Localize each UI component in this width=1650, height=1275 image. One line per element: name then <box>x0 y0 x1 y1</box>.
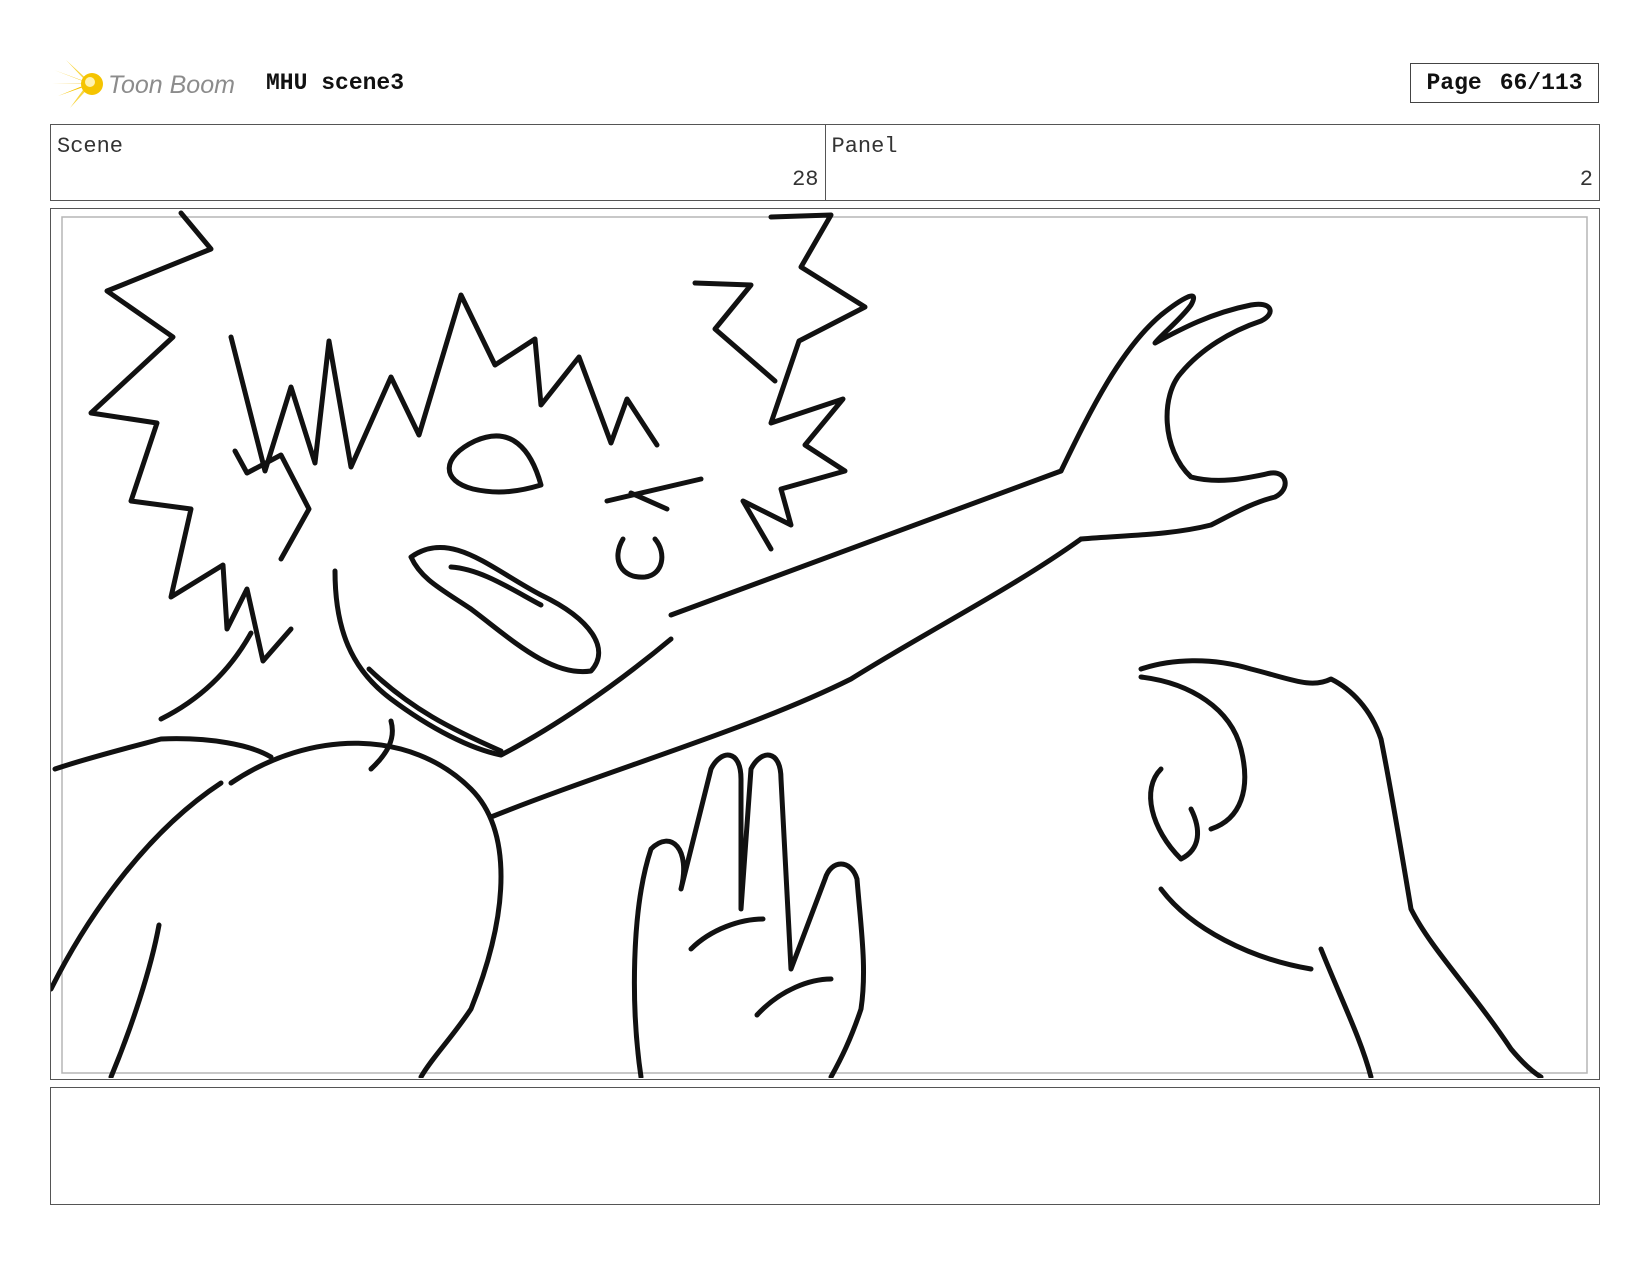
hair-outline <box>88 210 294 664</box>
cheek <box>332 568 674 758</box>
hand-bottom-left-palm <box>754 976 834 1018</box>
hair-spikes <box>228 292 660 474</box>
sketch-drawing <box>51 210 1588 1078</box>
storyboard-panel <box>50 208 1600 1080</box>
arm-upper <box>668 468 1064 618</box>
body-fold <box>108 922 162 1078</box>
body-left <box>51 780 224 992</box>
hand-bottom-right <box>1138 658 1544 1078</box>
wrist <box>1158 886 1314 972</box>
ear <box>615 536 665 580</box>
hair-inner <box>232 448 312 562</box>
hair-right <box>740 212 868 552</box>
brow-mark <box>628 490 670 512</box>
hair-top-strand <box>692 280 778 384</box>
panel-cell: Panel 2 <box>824 125 1600 200</box>
hand-bottom-left <box>631 752 867 1078</box>
hand-bottom-right-curl <box>1138 674 1248 832</box>
shoulder <box>228 740 504 1078</box>
page-number: 66/113 <box>1499 70 1583 96</box>
hand-upper <box>1058 293 1288 542</box>
safe-area-frame <box>61 216 1588 1074</box>
page-indicator: Page 66/113 <box>1410 63 1599 103</box>
jaw-shadow <box>366 666 504 754</box>
panel-number: 2 <box>1579 167 1593 192</box>
hand-bottom-left-finger <box>688 916 766 952</box>
panel-label: Panel <box>831 134 898 159</box>
project-title: MHU scene3 <box>266 70 405 96</box>
toon-boom-logo: Toon Boom <box>52 60 235 108</box>
scene-panel-info-bar: Scene 28 Panel 2 <box>50 124 1600 201</box>
wrist-lower <box>1318 946 1374 1078</box>
scene-label: Scene <box>57 134 124 159</box>
caption-box <box>50 1087 1600 1205</box>
scene-number: 28 <box>792 167 819 192</box>
scene-cell: Scene 28 <box>51 125 825 200</box>
brand-wordmark: Toon Boom <box>108 71 235 99</box>
neck <box>158 630 254 722</box>
arm-lower <box>488 536 1084 820</box>
mouth <box>408 544 602 675</box>
collar <box>52 736 274 772</box>
brow <box>604 476 704 504</box>
eye <box>446 433 544 495</box>
burst-icon <box>52 60 103 108</box>
page-label: Page <box>1426 70 1482 96</box>
hand-bottom-right-thumb <box>1148 766 1201 862</box>
